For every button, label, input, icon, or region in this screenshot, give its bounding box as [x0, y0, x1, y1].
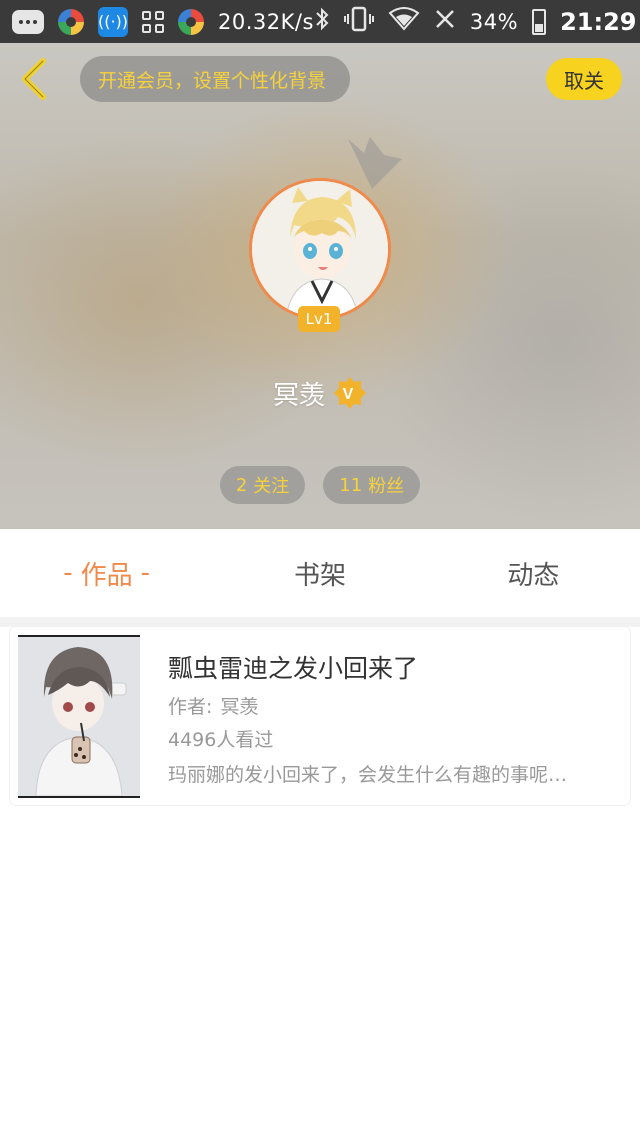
stats-row: 2 关注 11 粉丝 [0, 466, 640, 504]
no-signal-icon [434, 8, 456, 36]
cover-illustration [18, 637, 140, 796]
bluetooth-icon [314, 6, 330, 38]
tab-works-label: 作品 [80, 560, 133, 591]
vip-background-banner[interactable]: 开通会员，设置个性化背景 [80, 56, 350, 102]
author-name: 冥羡 [220, 696, 259, 718]
color-ball-icon [58, 8, 84, 35]
status-left: ((·)) 20.32K/s [12, 6, 314, 37]
grid-icon [142, 10, 164, 33]
book-views: 4496人看过 [168, 729, 274, 751]
book-cover [18, 635, 140, 798]
user-name: 冥羡 [272, 380, 325, 411]
book-description: 玛丽娜的发小回来了，会发生什么有趣的事呢… [168, 764, 568, 786]
book-author: 作者: 冥羡 [168, 692, 613, 719]
following-count: 2 [235, 474, 248, 496]
avatar[interactable] [249, 178, 391, 320]
tab-bar: - 作品 - 书架 动态 [0, 529, 640, 617]
unfollow-button[interactable]: 取关 [546, 58, 622, 100]
tab-active-dash-left: - [63, 558, 73, 588]
status-bar: ((·)) 20.32K/s 34% 21:29 [0, 0, 640, 43]
followers-button[interactable]: 11 粉丝 [323, 466, 421, 504]
tab-works[interactable]: - 作品 - [0, 529, 213, 617]
avatar-illustration [252, 181, 388, 317]
verified-mark: V [343, 386, 354, 403]
signal-app-icon: ((·)) [98, 6, 128, 37]
tab-activity-label: 动态 [507, 560, 560, 591]
list-item[interactable]: 瓢虫雷迪之发小回来了 作者: 冥羡 4496人看过 玛丽娜的发小回来了，会发生什… [10, 627, 630, 805]
followers-count: 11 [339, 474, 363, 496]
vibrate-icon [343, 6, 374, 38]
divider [0, 617, 640, 627]
color-ball-icon [178, 8, 204, 35]
book-title: 瓢虫雷迪之发小回来了 [168, 654, 419, 683]
verified-badge-icon: V [333, 376, 367, 410]
followers-label: 粉丝 [368, 476, 405, 497]
tab-active-dash-right: - [140, 558, 151, 588]
battery-icon [532, 8, 547, 35]
following-button[interactable]: 2 关注 [219, 466, 306, 504]
name-row: 冥羡 V [0, 373, 640, 413]
back-button[interactable] [12, 57, 56, 101]
network-speed: 20.32K/s [218, 9, 314, 34]
tab-bookshelf[interactable]: 书架 [213, 529, 426, 617]
clock: 21:29 [560, 7, 637, 36]
tab-activity[interactable]: 动态 [427, 529, 640, 617]
profile-header: 开通会员，设置个性化背景 取关 Lv1 冥羡 V 2 关注 11 粉丝 [0, 43, 640, 529]
tab-bookshelf-label: 书架 [293, 560, 346, 591]
chat-icon [12, 9, 44, 34]
chevron-left-icon [22, 58, 46, 100]
following-label: 关注 [253, 476, 290, 497]
author-label: 作者: [168, 696, 213, 718]
battery-percent: 34% [469, 9, 519, 34]
level-badge: Lv1 [298, 306, 340, 332]
status-right: 34% 21:29 [314, 6, 637, 38]
wifi-icon [388, 6, 420, 37]
